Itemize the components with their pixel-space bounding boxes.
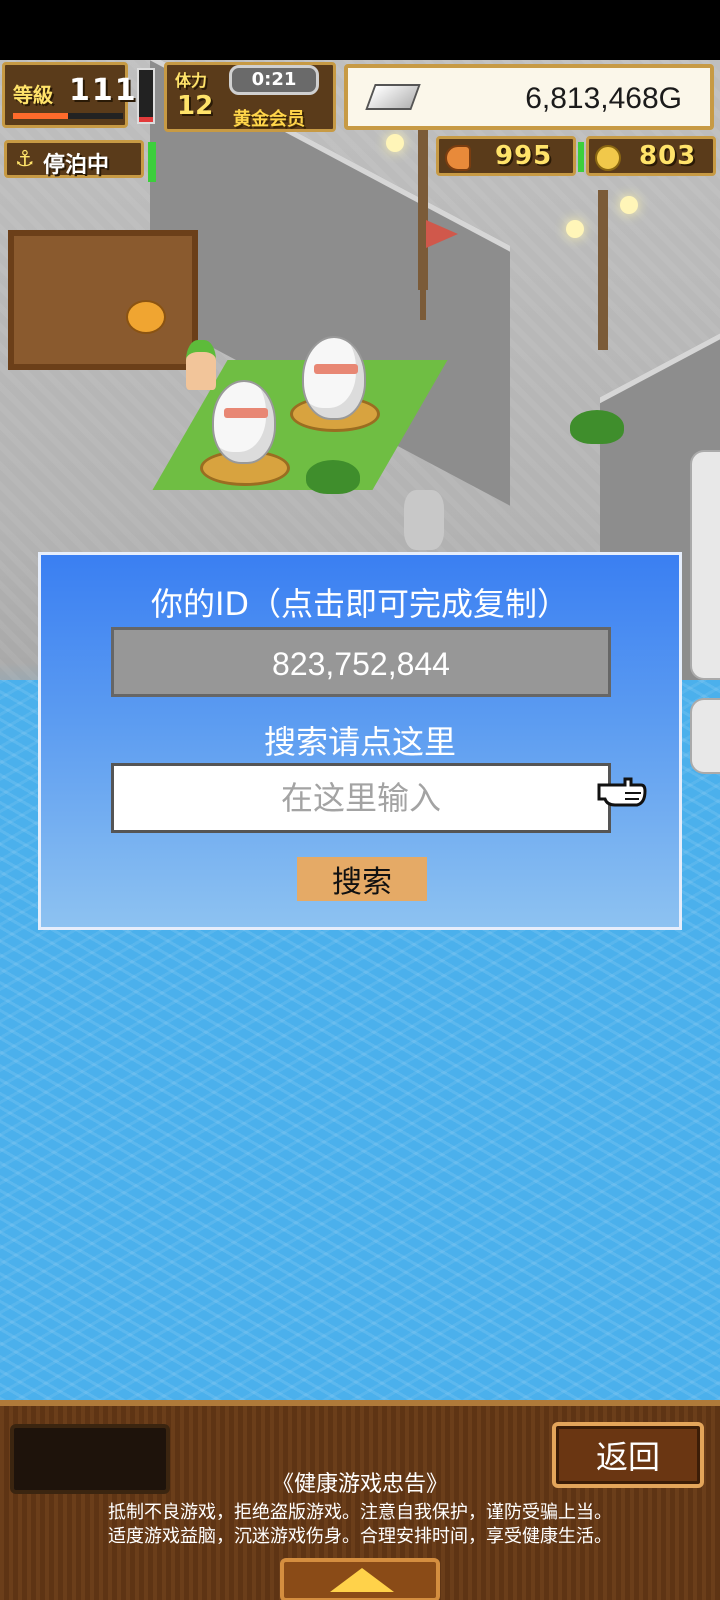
stall-hut (8, 230, 198, 370)
expand-button[interactable] (280, 1558, 440, 1600)
docked-status[interactable]: ⚓ 停泊中 (4, 140, 144, 178)
level-progress-fill (13, 113, 68, 119)
level-label: 等級 (13, 83, 53, 107)
lamp-light (620, 196, 638, 214)
timer-text: 0:21 (251, 69, 297, 90)
pointing-hand-icon (597, 777, 647, 807)
hp-fill (139, 116, 153, 122)
hp-bar (137, 68, 155, 124)
search-input[interactable] (111, 763, 611, 833)
character[interactable] (186, 340, 216, 390)
egg[interactable] (212, 380, 276, 464)
stamina-label: 体力 (175, 71, 208, 90)
stamina-value: 12 (177, 91, 214, 121)
search-button[interactable]: 搜索 (297, 857, 427, 901)
search-hint: 搜索请点这里 (263, 723, 456, 761)
player-id-box[interactable]: 823,752,844 (111, 627, 611, 697)
anchor-icon: ⚓ (15, 147, 35, 172)
lamp-post (598, 190, 608, 350)
lamp-light (386, 134, 404, 152)
resource-panel-2[interactable]: 803 (586, 136, 716, 176)
pumpkin-sign (126, 300, 166, 334)
health-notice-line-2: 适度游戏益脑，沉迷游戏伤身。合理安排时间，享受健康生活。 (108, 1526, 612, 1547)
lamp-light (566, 220, 584, 238)
status-bar (0, 0, 720, 60)
egg[interactable] (302, 336, 366, 420)
silver-ingot-icon (365, 84, 421, 110)
resource-2-value: 803 (639, 141, 697, 171)
coin-icon (595, 145, 621, 171)
gold-panel[interactable]: 6,813,468G (344, 64, 714, 130)
up-arrow-icon (330, 1568, 394, 1592)
green-indicator (148, 142, 156, 182)
resource-1-value: 995 (495, 141, 553, 171)
level-panel[interactable]: 等級 111 (2, 62, 136, 128)
resource-panel-1[interactable]: 995 (436, 136, 576, 176)
level-progress-bar (13, 113, 123, 119)
health-notice-line-1: 抵制不良游戏，拒绝盗版游戏。注意自我保护，谨防受骗上当。 (108, 1502, 612, 1523)
side-tab[interactable] (690, 450, 720, 680)
bush (570, 410, 624, 444)
fish-icon (445, 145, 471, 171)
stamina-timer: 0:21 (229, 65, 319, 95)
membership-label: 黄金会员 (233, 109, 305, 130)
bottom-panel: 返回 《健康游戏忠告》 抵制不良游戏，拒绝盗版游戏。注意自我保护，谨防受骗上当。… (0, 1400, 720, 1600)
guard-character[interactable] (404, 490, 444, 550)
side-tab[interactable] (690, 698, 720, 774)
dialog-title: 你的ID（点击即可完成复制） (150, 585, 570, 623)
gold-value: 6,813,468G (525, 82, 682, 115)
health-notice-title: 《健康游戏忠告》 (271, 1472, 448, 1497)
player-id-value: 823,752,844 (272, 646, 450, 682)
level-value: 111 (69, 73, 138, 108)
id-search-dialog: 你的ID（点击即可完成复制） 823,752,844 搜索请点这里 搜索 (38, 552, 682, 930)
bush (306, 460, 360, 494)
resource-divider (578, 142, 584, 172)
docked-label: 停泊中 (43, 153, 110, 178)
stamina-panel[interactable]: 体力 12 0:21 黄金会员 (164, 62, 336, 132)
red-flag (426, 220, 458, 248)
